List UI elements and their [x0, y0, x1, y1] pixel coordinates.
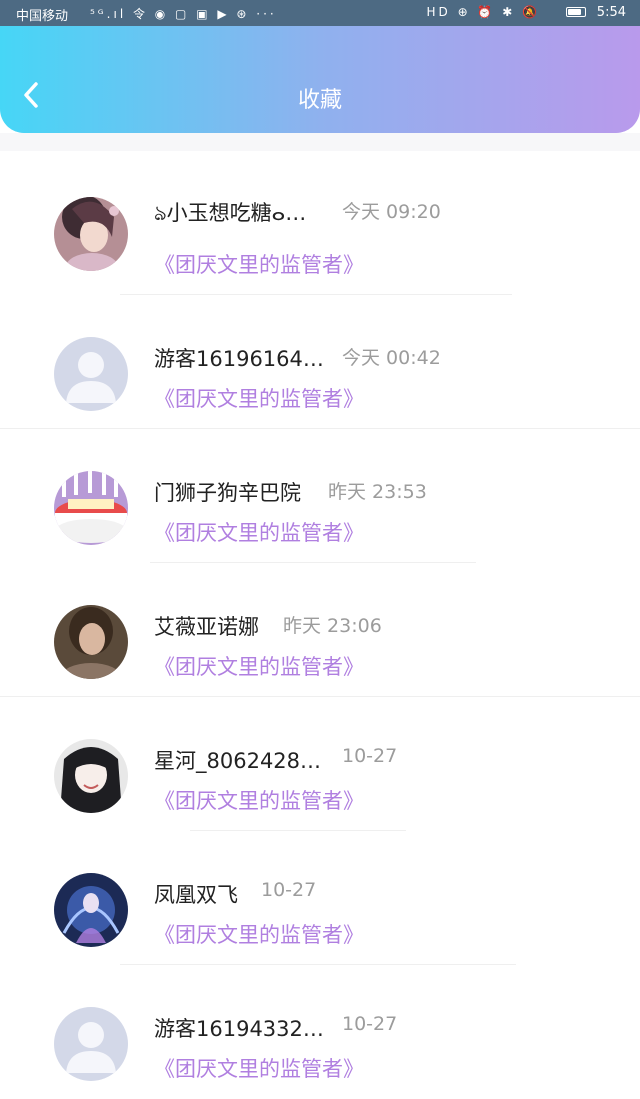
avatar[interactable] [54, 1007, 128, 1081]
list-item[interactable]: 门狮子狗辛巴院 昨天 23:53 《团厌文里的监管者》 [0, 429, 640, 563]
avatar-anime-black-hair-image [54, 739, 128, 813]
header-divider [0, 133, 640, 151]
default-avatar-icon [54, 337, 128, 411]
avatar-girl-photo-image [54, 605, 128, 679]
user-name: 艾薇亚诺娜 [154, 615, 259, 639]
list-item[interactable]: 艾薇亚诺娜 昨天 23:06 《团厌文里的监管者》 [0, 563, 640, 697]
list-item[interactable]: 游客16194332… 10-27 《团厌文里的监管者》 [0, 965, 640, 1099]
user-name: 星河_8062428… [154, 749, 322, 773]
list-item[interactable]: 星河_8062428… 10-27 《团厌文里的监管者》 [0, 697, 640, 831]
avatar[interactable] [54, 337, 128, 411]
favorite-time: 今天 00:42 [342, 347, 441, 369]
avatar-anime-girl-image [54, 197, 128, 271]
book-title-link[interactable]: 《团厌文里的监管者》 [154, 1053, 364, 1083]
book-title-link[interactable]: 《团厌文里的监管者》 [154, 517, 364, 547]
user-name: ঌ小玉想吃糖ⴰ… [154, 201, 307, 225]
status-time: 5:54 [596, 5, 626, 20]
status-icons: ⁵ᴳ.ıl 令 ◉ ▢ ▣ ▶ ⊛ ··· [90, 7, 277, 21]
status-right-icons: HD ⊕ ⏰ ✱ 🔕 [426, 5, 540, 19]
favorite-time: 昨天 23:53 [328, 481, 427, 503]
list-item[interactable]: 凤凰双飞 10-27 《团厌文里的监管者》 [0, 831, 640, 965]
status-bar: 中国移动 ⁵ᴳ.ıl 令 ◉ ▢ ▣ ▶ ⊛ ··· HD ⊕ ⏰ ✱ 🔕 5:… [0, 0, 640, 26]
user-name: 游客16196164… [154, 347, 324, 371]
default-avatar-icon [54, 1007, 128, 1081]
list-item[interactable]: 游客16196164… 今天 00:42 《团厌文里的监管者》 [0, 295, 640, 429]
header-bar: 中国移动 ⁵ᴳ.ıl 令 ◉ ▢ ▣ ▶ ⊛ ··· HD ⊕ ⏰ ✱ 🔕 5:… [0, 0, 640, 133]
favorite-time: 10-27 [342, 1013, 398, 1035]
user-name: 游客16194332… [154, 1017, 324, 1041]
battery-icon [566, 7, 586, 17]
avatar-cake-image [54, 471, 128, 545]
book-title-link[interactable]: 《团厌文里的监管者》 [154, 919, 364, 949]
list-item[interactable]: ঌ小玉想吃糖ⴰ… 今天 09:20 《团厌文里的监管者》 [0, 151, 640, 295]
favorite-time: 昨天 23:06 [283, 615, 382, 637]
book-title-link[interactable]: 《团厌文里的监管者》 [154, 785, 364, 815]
favorite-time: 今天 09:20 [342, 201, 441, 223]
avatar[interactable] [54, 197, 128, 271]
book-title-link[interactable]: 《团厌文里的监管者》 [154, 383, 364, 413]
favorite-time: 10-27 [342, 745, 398, 767]
battery-fill [568, 9, 581, 15]
book-title-link[interactable]: 《团厌文里的监管者》 [154, 651, 364, 681]
page-title: 收藏 [297, 88, 342, 113]
favorite-time: 10-27 [261, 879, 317, 901]
avatar[interactable] [54, 605, 128, 679]
avatar[interactable] [54, 739, 128, 813]
user-name: 门狮子狗辛巴院 [154, 481, 301, 505]
carrier-label: 中国移动 [16, 9, 69, 24]
avatar[interactable] [54, 873, 128, 947]
user-name: 凤凰双飞 [154, 883, 238, 907]
book-title-link[interactable]: 《团厌文里的监管者》 [154, 249, 364, 279]
avatar-blue-fantasy-image [54, 873, 128, 947]
avatar[interactable] [54, 471, 128, 545]
